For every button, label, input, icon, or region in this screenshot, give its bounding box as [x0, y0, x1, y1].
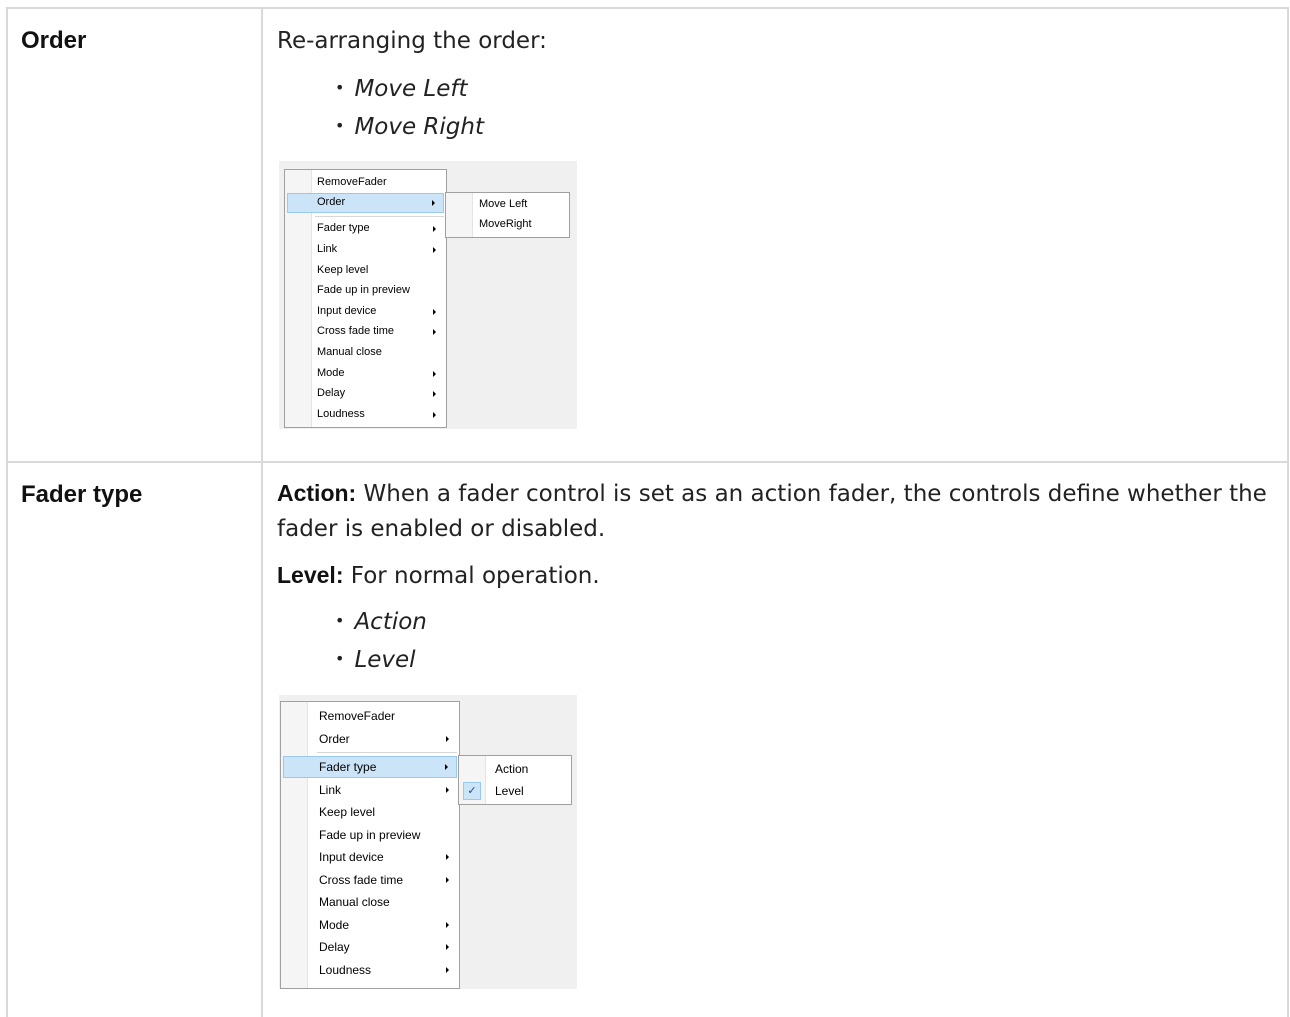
- menu-item-loudness[interactable]: Loudness: [287, 405, 444, 425]
- submenu-arrow-icon: [446, 922, 449, 928]
- submenu-arrow-icon: [433, 412, 436, 418]
- term-fader-type: Fader type: [21, 481, 143, 508]
- submenu-arrow-icon: [432, 200, 435, 206]
- menu-item-fade-up-in-preview[interactable]: Fade up in preview: [287, 281, 444, 301]
- bullet-text: Move Right: [354, 114, 484, 140]
- menu-item-remove-fader[interactable]: RemoveFader: [283, 705, 457, 727]
- bullet-item: • Action: [335, 609, 427, 635]
- context-menu: RemoveFader Order Fader type Link Keep l…: [280, 701, 460, 989]
- menu-item-remove-fader[interactable]: RemoveFader: [287, 173, 444, 193]
- submenu-arrow-icon: [446, 854, 449, 860]
- bullet-text: Action: [354, 609, 427, 635]
- checkmark-icon: ✓: [463, 782, 481, 800]
- submenu-item-level[interactable]: ✓ Level: [461, 780, 569, 802]
- menu-item-mode[interactable]: Mode: [287, 364, 444, 384]
- menu-separator: [317, 752, 457, 753]
- level-text: For normal operation.: [350, 563, 600, 589]
- menu-item-delay[interactable]: Delay: [283, 936, 457, 958]
- table-right-border: [1287, 7, 1289, 1017]
- submenu-arrow-icon: [433, 309, 436, 315]
- submenu-arrow-icon: [445, 764, 448, 770]
- bullet-text: Level: [354, 647, 416, 673]
- menu-item-fader-type[interactable]: Fader type: [287, 219, 444, 239]
- menu-item-link[interactable]: Link: [283, 779, 457, 801]
- submenu-arrow-icon: [446, 944, 449, 950]
- menu-item-link[interactable]: Link: [287, 240, 444, 260]
- menu-item-keep-level[interactable]: Keep level: [283, 801, 457, 823]
- menu-item-manual-close[interactable]: Manual close: [287, 343, 444, 363]
- submenu-arrow-icon: [433, 391, 436, 397]
- submenu-arrow-icon: [433, 371, 436, 377]
- action-text: When a fader control is set as an action…: [277, 481, 1267, 542]
- menu-item-input-device[interactable]: Input device: [283, 846, 457, 868]
- term-order: Order: [21, 27, 87, 54]
- fader-type-menu-screenshot: RemoveFader Order Fader type Link Keep l…: [279, 695, 577, 989]
- bullet-item: • Level: [335, 647, 416, 673]
- submenu-item-move-left[interactable]: Move Left: [448, 195, 567, 215]
- menu-item-cross-fade-time[interactable]: Cross fade time: [287, 322, 444, 342]
- context-menu: RemoveFader Order Fader type Link Keep l…: [284, 169, 447, 428]
- submenu-arrow-icon: [446, 736, 449, 742]
- level-label: Level:: [277, 562, 344, 588]
- menu-item-cross-fade-time[interactable]: Cross fade time: [283, 869, 457, 891]
- menu-item-keep-level[interactable]: Keep level: [287, 261, 444, 281]
- submenu-arrow-icon: [433, 226, 436, 232]
- menu-item-fader-type[interactable]: Fader type: [283, 756, 457, 778]
- submenu-arrow-icon: [446, 877, 449, 883]
- bullet-item: • Move Left: [335, 76, 468, 102]
- menu-item-loudness[interactable]: Loudness: [283, 959, 457, 981]
- menu-item-order[interactable]: Order: [283, 728, 457, 750]
- order-intro: Re-arranging the order:: [277, 28, 547, 54]
- table-top-border: [6, 7, 1289, 9]
- submenu-arrow-icon: [446, 967, 449, 973]
- row-divider: [6, 461, 1289, 463]
- action-label: Action:: [277, 480, 357, 506]
- menu-item-fade-up-in-preview[interactable]: Fade up in preview: [283, 824, 457, 846]
- menu-item-order[interactable]: Order: [287, 193, 444, 213]
- submenu-arrow-icon: [433, 247, 436, 253]
- bullet-item: • Move Right: [335, 114, 484, 140]
- order-menu-screenshot: RemoveFader Order Fader type Link Keep l…: [279, 161, 577, 429]
- menu-separator: [315, 216, 444, 217]
- column-divider: [261, 7, 263, 1017]
- menu-item-manual-close[interactable]: Manual close: [283, 891, 457, 913]
- level-description: Level: For normal operation.: [277, 558, 1267, 594]
- order-submenu: Move Left MoveRight: [445, 192, 570, 238]
- submenu-item-action[interactable]: Action: [461, 758, 569, 780]
- menu-item-input-device[interactable]: Input device: [287, 302, 444, 322]
- fader-type-submenu: Action ✓ Level: [458, 755, 572, 805]
- submenu-item-move-right[interactable]: MoveRight: [448, 215, 567, 235]
- action-description: Action: When a fader control is set as a…: [277, 476, 1267, 547]
- menu-item-delay[interactable]: Delay: [287, 384, 444, 404]
- table-left-border: [6, 7, 8, 1017]
- submenu-arrow-icon: [433, 329, 436, 335]
- menu-item-mode[interactable]: Mode: [283, 914, 457, 936]
- submenu-arrow-icon: [446, 787, 449, 793]
- bullet-text: Move Left: [354, 76, 468, 102]
